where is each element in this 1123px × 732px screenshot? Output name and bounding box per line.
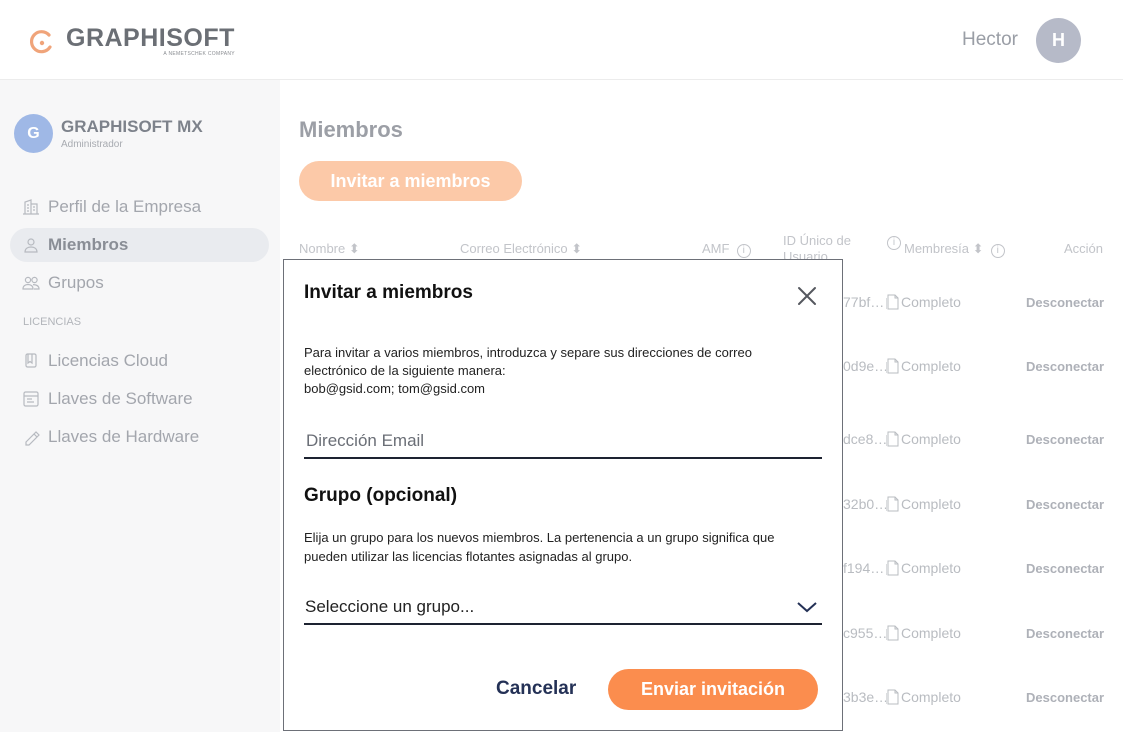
software-key-icon [23,391,39,407]
disconnect-link[interactable]: Desconectar [1026,561,1104,576]
send-invitation-button[interactable]: Enviar invitación [608,669,818,710]
close-icon[interactable] [795,284,819,308]
invite-instructions-text: Para invitar a varios miembros, introduz… [304,345,752,378]
sidebar-item-label: Licencias Cloud [48,351,169,370]
page-title: Miembros [299,117,403,142]
row-membership: Completo [886,625,961,641]
hardware-key-icon [25,431,40,446]
sidebar-item-perfil[interactable]: Perfil de la Empresa [10,190,269,224]
invite-example: bob@gsid.com; tom@gsid.com [304,381,486,396]
row-membership: Completo [886,294,961,310]
invite-members-dialog: Invitar a miembros Para invitar a varios… [283,259,843,731]
disconnect-link[interactable]: Desconectar [1026,359,1104,374]
info-icon[interactable]: i [887,236,901,250]
disconnect-link[interactable]: Desconectar [1026,497,1104,512]
chevron-down-icon [797,601,817,612]
sort-icon: ⬍ [348,241,360,256]
membership-label: Completo [901,560,961,576]
column-header-id-info: i [887,233,901,250]
row-user-id: c955… [843,625,888,641]
row-user-id: 0d9e… [843,358,889,374]
sort-icon: ⬍ [972,241,984,256]
document-icon [886,560,899,576]
membership-label: Completo [901,358,961,374]
column-header-correo[interactable]: Correo Electrónico ⬍ [460,241,582,257]
group-select-value: Seleccione un grupo... [305,596,475,616]
column-header-label: Membresía [904,241,970,256]
disconnect-link[interactable]: Desconectar [1026,690,1104,705]
document-icon [886,358,899,374]
row-membership: Completo [886,358,961,374]
document-icon [886,496,899,512]
membership-label: Completo [901,496,961,512]
row-membership: Completo [886,689,961,705]
document-icon [886,689,899,705]
column-header-label: AMF [702,241,730,256]
membership-label: Completo [901,689,961,705]
org-name: GRAPHISOFT MX [61,117,203,136]
graphisoft-logo-icon [29,29,52,53]
column-header-label: ID Único de Usuario [783,233,851,259]
column-header-id: ID Único de Usuario [783,233,863,259]
sidebar-item-label: Perfil de la Empresa [48,197,202,216]
info-icon[interactable]: i [990,244,1005,258]
user-avatar[interactable]: H [1036,18,1081,63]
users-icon [22,276,40,290]
sidebar-item-llaves-hardware[interactable]: Llaves de Hardware [10,420,269,454]
dialog-title: Invitar a miembros [304,282,473,303]
disconnect-link[interactable]: Desconectar [1026,295,1104,310]
column-header-accion: Acción [1064,241,1104,256]
info-icon[interactable]: i [736,244,751,258]
sidebar-item-label: Llaves de Hardware [48,427,200,446]
invite-instructions: Para invitar a varios miembros, introduz… [304,344,814,398]
column-header-amf: AMF i [702,241,751,258]
sidebar-item-licencias-cloud[interactable]: Licencias Cloud [10,344,269,378]
document-icon [886,431,899,447]
row-user-id: 32b0… [843,496,889,512]
org-avatar: G [14,114,53,153]
brand-name: GRAPHISOFT [66,24,235,52]
building-icon [23,199,39,215]
invite-members-button[interactable]: Invitar a miembros [299,161,522,201]
row-user-id: dce8… [843,431,888,447]
org-role: Administrador [61,139,123,150]
sidebar-item-grupos[interactable]: Grupos [10,266,269,300]
cancel-button[interactable]: Cancelar [496,678,576,700]
sidebar-item-miembros[interactable]: Miembros [10,228,269,262]
row-user-id: f194… [843,560,885,576]
org-info: G GRAPHISOFT MX Administrador [14,114,203,153]
user-name[interactable]: Hector [962,29,1018,51]
membership-label: Completo [901,294,961,310]
column-header-label: Nombre [299,241,346,256]
row-user-id: 3b3e… [843,689,889,705]
sidebar-item-label: Grupos [48,273,104,292]
sidebar-item-label: Llaves de Software [48,389,193,408]
sidebar: G GRAPHISOFT MX Administrador Perfil de … [0,80,280,732]
membership-label: Completo [901,625,961,641]
section-label-licencias: LICENCIAS [23,316,82,328]
license-icon [25,353,37,368]
sidebar-item-llaves-software[interactable]: Llaves de Software [10,382,269,416]
row-user-id: 77bf… [843,294,885,310]
column-header-membresia[interactable]: Membresía ⬍ i [904,241,1005,258]
membership-label: Completo [901,431,961,447]
document-icon [886,625,899,641]
top-header: GRAPHISOFT A NEMETSCHEK COMPANY Hector H [0,0,1123,80]
graphisoft-logo[interactable]: GRAPHISOFT A NEMETSCHEK COMPANY [28,26,235,57]
group-select[interactable]: Seleccione un grupo... [304,590,822,625]
column-header-label: Correo Electrónico [460,241,568,256]
disconnect-link[interactable]: Desconectar [1026,432,1104,447]
document-icon [886,294,899,310]
user-icon [24,238,38,253]
sidebar-item-label: Miembros [48,235,129,254]
disconnect-link[interactable]: Desconectar [1026,626,1104,641]
email-field[interactable] [304,424,822,459]
row-membership: Completo [886,496,961,512]
sort-icon: ⬍ [571,241,583,256]
group-description: Elija un grupo para los nuevos miembros.… [304,530,775,564]
group-section-title: Grupo (opcional) [304,485,458,506]
row-membership: Completo [886,431,961,447]
column-header-nombre[interactable]: Nombre ⬍ [299,241,360,257]
row-membership: Completo [886,560,961,576]
